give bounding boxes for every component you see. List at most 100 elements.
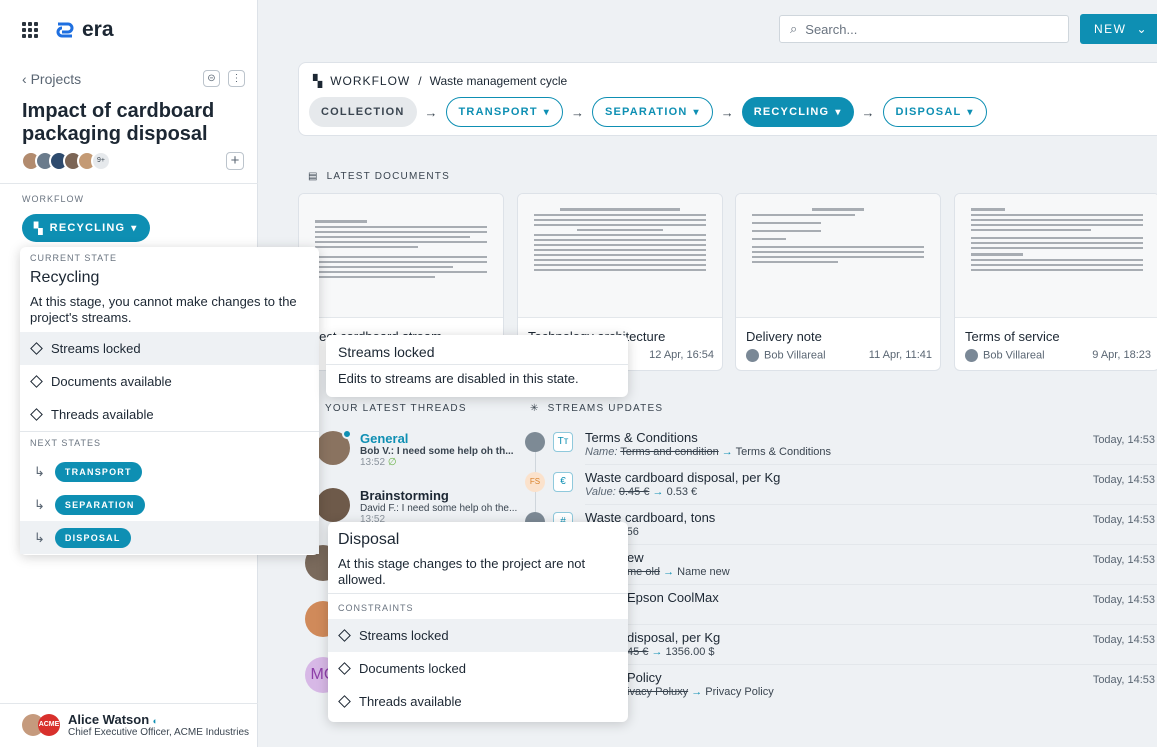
stream-title: disposal, per Kg (627, 630, 721, 645)
next-state-item[interactable]: ↳ DISPOSAL (20, 521, 319, 554)
chevron-down-icon: ▾ (835, 106, 842, 118)
workflow-name: Waste management cycle (429, 74, 568, 88)
stream-update-row[interactable]: FS € Waste cardboard disposal, per Kg Va… (525, 470, 1157, 512)
search-input[interactable]: ⌕ Search... (779, 15, 1069, 43)
next-state-pill: TRANSPORT (54, 461, 142, 482)
step-recycling[interactable]: RECYCLING ▾ (741, 97, 854, 127)
document-card[interactable]: Delivery note Bob Villareal 11 Apr, 11:41 (735, 193, 941, 371)
project-title: Impact of cardboard packaging disposal (22, 100, 215, 145)
constraint-item[interactable]: Threads available (328, 685, 628, 718)
subdirectory-arrow-icon: ↳ (34, 496, 45, 512)
workflow-label: WORKFLOW (22, 194, 84, 204)
stream-title: Terms & Conditions (585, 430, 698, 445)
constraint-label: Documents available (51, 374, 172, 389)
constraint-label: Streams locked (359, 628, 449, 643)
step-separation[interactable]: SEPARATION ▾ (591, 97, 713, 127)
constraint-item[interactable]: Streams locked (328, 619, 628, 652)
avatar (746, 349, 759, 362)
constraint-item[interactable]: Streams locked (20, 332, 319, 365)
stream-change: Value: 0.45 € → 0.53 € (585, 486, 698, 498)
arrow-right-icon: → (424, 104, 438, 120)
avatar (316, 429, 352, 465)
add-member-button[interactable]: + (226, 152, 244, 170)
document-author: Bob Villareal (983, 349, 1045, 362)
stream-change: me old → Name new (627, 566, 730, 578)
divider (585, 464, 1157, 465)
back-label: Projects (30, 71, 82, 87)
divider (328, 593, 628, 594)
workflow-state-label: RECYCLING (49, 222, 126, 234)
spark-icon: ✳ (530, 403, 540, 414)
new-button[interactable]: NEW ⌄ (1080, 14, 1157, 44)
chevron-down-icon: ▾ (693, 106, 700, 118)
document-title: Terms of service (965, 329, 1060, 344)
document-thumbnail (299, 194, 503, 318)
new-value: 0.53 € (666, 486, 698, 498)
stream-time: Today, 14:53 (1092, 634, 1155, 646)
more-icon[interactable]: ⋮ (228, 70, 245, 87)
constraint-item[interactable]: Documents available (20, 365, 319, 398)
next-state-pill: DISPOSAL (54, 527, 131, 548)
arrow-right-icon: → (570, 104, 584, 120)
unread-badge (342, 429, 352, 439)
thread-item[interactable]: Brainstorming David F.: I need some help… (316, 488, 517, 525)
step-transport[interactable]: TRANSPORT ▾ (445, 97, 563, 127)
constraint-label: Threads available (51, 407, 154, 422)
apps-grid-icon[interactable] (22, 22, 38, 38)
back-to-projects-link[interactable]: ‹ Projects (22, 71, 81, 87)
arrow-right-icon: → (720, 104, 734, 120)
workflow-icon: ▚ (313, 74, 323, 88)
section-label: LATEST DOCUMENTS (326, 171, 450, 182)
step-label: RECYCLING (753, 106, 830, 118)
stream-time: Today, 14:53 (1092, 594, 1155, 606)
document-date: 9 Apr, 18:23 (1092, 349, 1151, 361)
step-disposal[interactable]: DISPOSAL ▾ (882, 97, 987, 127)
thread-message: David F.: I need some help oh the... (360, 503, 518, 514)
tooltip-description: Edits to streams are disabled in this st… (338, 371, 579, 386)
era-logo[interactable]: era (54, 18, 114, 42)
new-value: Terms & Conditions (735, 446, 832, 458)
new-value: Privacy Policy (705, 686, 774, 698)
stream-time: Today, 14:53 (1092, 434, 1155, 446)
stream-change: ivacy Poluxy → Privacy Policy (627, 686, 774, 698)
app-name: era (82, 18, 114, 41)
user-profile[interactable]: ACME Alice Watson ◐ Chief Executive Offi… (22, 712, 249, 738)
constraint-item[interactable]: Documents locked (328, 652, 628, 685)
divider (585, 544, 1157, 545)
document-title: Delivery note (746, 329, 822, 344)
next-state-pill: SEPARATION (54, 494, 145, 515)
workflow-header: ▚ WORKFLOW / Waste management cycle (313, 74, 568, 88)
company-logo: ACME (38, 714, 60, 736)
stream-title: ew (627, 550, 644, 565)
member-count-badge: 9+ (91, 151, 111, 171)
disposal-description: At this stage changes to the project are… (338, 556, 586, 587)
state-title: Recycling (30, 269, 100, 286)
old-value: 45 € (627, 646, 649, 658)
step-collection[interactable]: COLLECTION (309, 97, 417, 127)
chevron-down-icon: ▾ (131, 222, 138, 234)
stream-title: Waste cardboard disposal, per Kg (585, 470, 781, 485)
stream-time: Today, 14:53 (1092, 474, 1155, 486)
document-icon: ▤ (308, 171, 319, 182)
attachment-icon: ∅ (387, 457, 397, 468)
field-label: Name: (585, 446, 618, 458)
threads-section-label: YOUR LATEST THREADS (325, 403, 467, 414)
avatar: FS (525, 472, 545, 492)
diamond-icon (338, 662, 351, 675)
stream-update-row[interactable]: Tт Terms & Conditions Name: Terms and co… (525, 430, 1157, 472)
constraint-item[interactable]: Threads available (20, 398, 319, 431)
diamond-icon (30, 375, 43, 388)
chevron-down-icon: ⌄ (1136, 22, 1149, 36)
thread-item[interactable]: General Bob V.: I need some help oh th..… (316, 429, 514, 468)
next-state-item[interactable]: ↳ TRANSPORT (20, 455, 319, 488)
document-card[interactable]: Terms of service Bob Villareal 9 Apr, 18:… (954, 193, 1157, 371)
workflow-state-dropdown[interactable]: ▚ RECYCLING ▾ (22, 214, 150, 242)
next-state-item[interactable]: ↳ SEPARATION (20, 488, 319, 521)
divider (627, 664, 1157, 665)
workflow-card: ▚ WORKFLOW / Waste management cycle COLLE… (298, 62, 1157, 136)
member-avatars[interactable]: 9+ (21, 151, 111, 171)
tooltip-title: Streams locked (338, 344, 435, 360)
link-icon[interactable]: ⊝ (203, 70, 220, 87)
workflow-steps: COLLECTION → TRANSPORT ▾ → SEPARATION ▾ → … (309, 97, 987, 127)
new-value: 1356.00 $ (665, 646, 715, 658)
